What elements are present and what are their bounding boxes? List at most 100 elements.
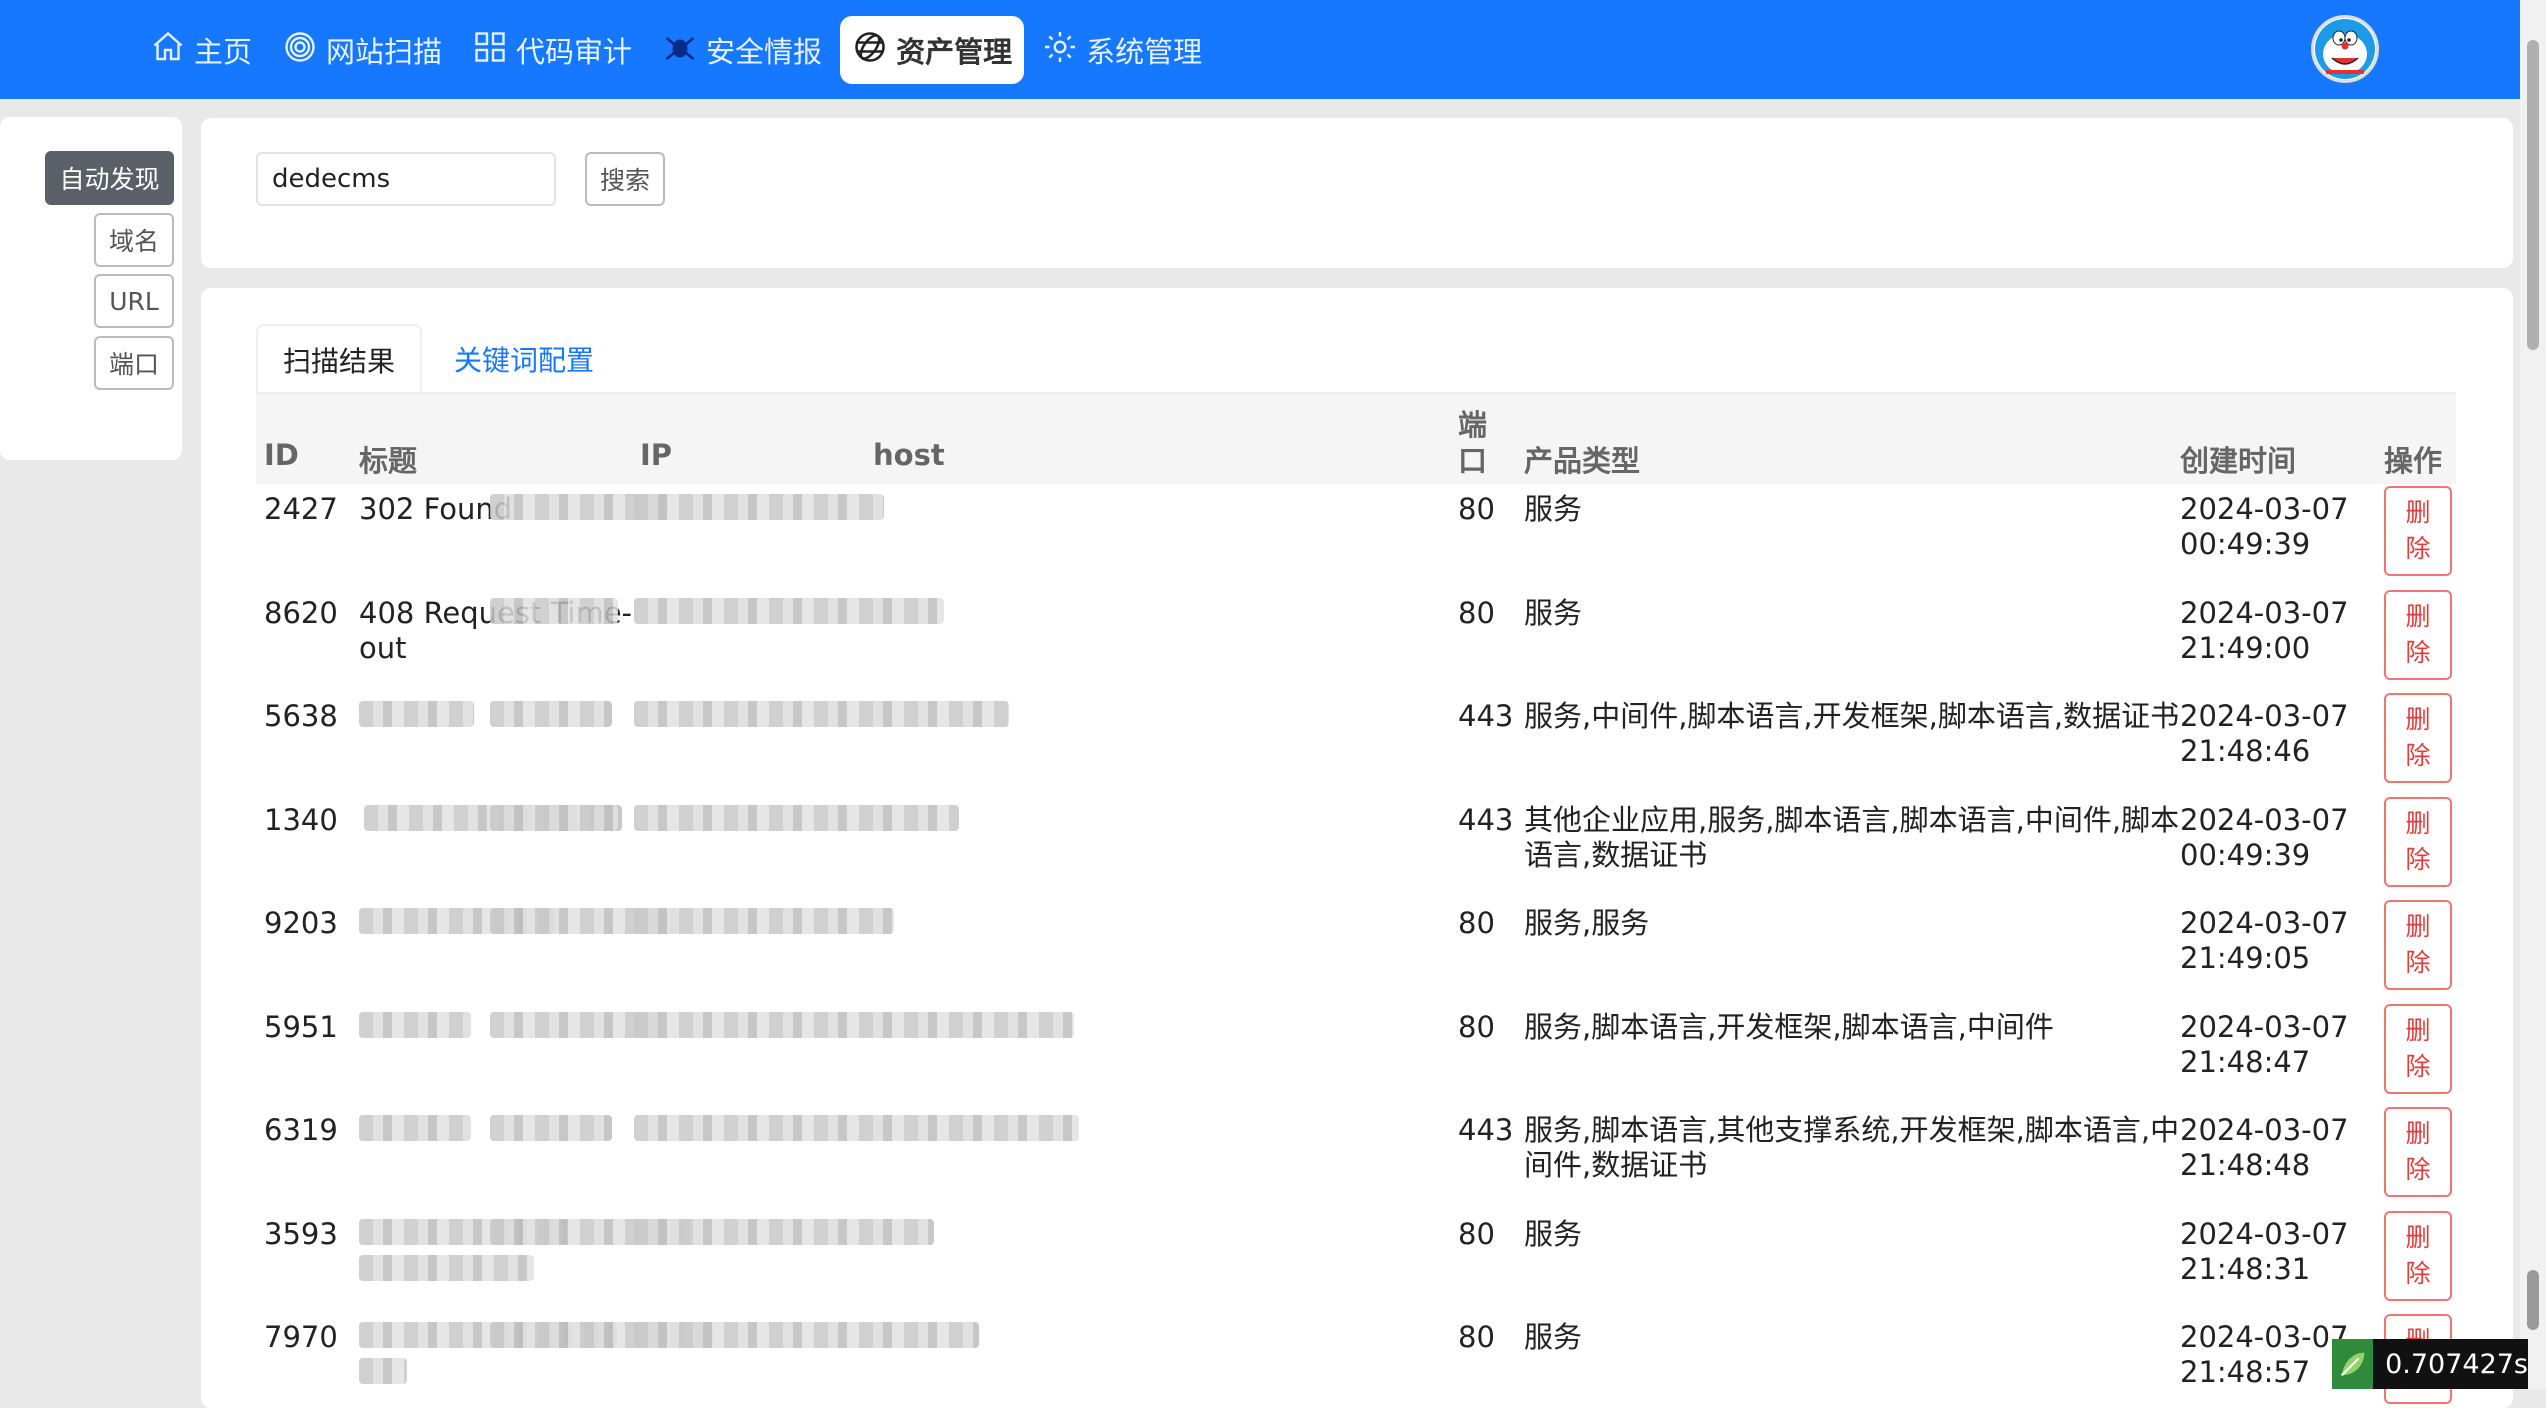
main-nav: 主页 网站扫描 代码审计 安全情报 资产管理 系统管理 — [138, 16, 1220, 84]
column-header-created-time: 创建时间 — [2180, 444, 2297, 478]
cell-product-type: 服务 — [1524, 1320, 1583, 1354]
cell-product-type-line2: 语言,数据证书 — [1524, 837, 1708, 872]
tab-scan-results[interactable]: 扫描结果 — [256, 324, 423, 394]
cell-product-type: 服务,脚本语言,开发框架,脚本语言,中间件 — [1524, 1009, 2054, 1044]
cell-product-type: 服务 — [1524, 492, 1583, 526]
cell-id: 7970 — [264, 1320, 338, 1354]
delete-label-line1: 删 — [2405, 601, 2431, 631]
nav-label: 代码审计 — [516, 35, 633, 69]
tab-keyword-config[interactable]: 关键词配置 — [429, 324, 619, 394]
avatar[interactable] — [2311, 15, 2379, 83]
delete-button[interactable]: 删除 — [2384, 900, 2452, 990]
top-nav-bar: 主页 网站扫描 代码审计 安全情报 资产管理 系统管理 — [0, 0, 2520, 99]
sidebar-item-domain[interactable]: 域名 — [94, 213, 174, 267]
delete-label-line1: 删 — [2405, 705, 2431, 734]
column-header-product-type: 产品类型 — [1524, 444, 1641, 478]
redacted-title — [359, 1358, 407, 1384]
delete-button[interactable]: 删除 — [2384, 1210, 2452, 1301]
search-card: dedecms 搜索 — [201, 118, 2513, 268]
delete-button[interactable]: 删除 — [2384, 1003, 2452, 1094]
delete-label-line2: 除 — [2405, 1155, 2431, 1184]
redacted-ip — [490, 701, 612, 727]
column-header-ip: IP — [640, 438, 673, 472]
table-row: 1340 443 其他企业应用,服务,脚本语言,脚本语言,中间件,脚本 语言,数据证书… — [256, 793, 2456, 896]
cell-product-type: 服务,服务 — [1524, 906, 1650, 940]
table-row: 9203 80 服务,服务 2024-03-07 21:49:05 删除 — [256, 896, 2456, 999]
delete-button[interactable]: 删除 — [2384, 693, 2452, 783]
redacted-host — [634, 494, 884, 520]
delete-button[interactable]: 删除 — [2384, 486, 2452, 576]
leaf-logo-icon — [2332, 1339, 2374, 1389]
delete-label-line2: 除 — [2405, 1051, 2431, 1081]
delete-button[interactable]: 删除 — [2384, 589, 2452, 680]
results-card: 扫描结果 关键词配置 ID 标题 IP host 端 口 产品类型 创建时间 操… — [201, 288, 2513, 1408]
redacted-host — [634, 701, 1009, 727]
cell-product-type-line2: 间件,数据证书 — [1524, 1148, 1708, 1182]
globe-icon — [852, 29, 888, 72]
cell-product-type: 其他企业应用,服务,脚本语言,脚本语言,中间件,脚本 — [1524, 802, 2180, 837]
sidebar-item-url[interactable]: URL — [94, 274, 174, 328]
search-button[interactable]: 搜索 — [585, 152, 665, 206]
cell-port: 443 — [1458, 699, 1514, 733]
cell-created-date: 2024-03-07 — [2180, 492, 2349, 526]
nav-item-website-scan[interactable]: 网站扫描 — [270, 16, 454, 84]
delete-label-line1: 删 — [2405, 1015, 2431, 1045]
nav-item-threat-intel[interactable]: 安全情报 — [650, 16, 834, 84]
cell-id: 6319 — [264, 1113, 338, 1147]
nav-item-home[interactable]: 主页 — [138, 16, 264, 84]
delete-button[interactable]: 删除 — [2384, 1107, 2452, 1197]
nav-label: 资产管理 — [896, 35, 1013, 69]
delete-label-line2: 除 — [2405, 741, 2431, 770]
delete-label-line1: 删 — [2405, 808, 2431, 838]
cell-product-type: 服务,中间件,脚本语言,开发框架,脚本语言,数据证书 — [1524, 699, 2180, 733]
scrollbar-thumb-lower[interactable] — [2527, 1270, 2539, 1330]
cell-created-time: 21:48:31 — [2180, 1251, 2311, 1286]
sidebar: 自动发现 域名 URL 端口 — [0, 117, 182, 460]
table-row: 2427 302 Found 80 服务 2024-03-07 00:49:39 删除 — [256, 482, 2456, 585]
nav-item-system-management[interactable]: 系统管理 — [1030, 16, 1214, 84]
delete-button[interactable]: 删除 — [2384, 796, 2452, 887]
cell-created-time: 21:48:48 — [2180, 1148, 2311, 1182]
redacted-host — [634, 597, 944, 624]
redacted-title — [359, 701, 474, 727]
column-header-title: 标题 — [359, 444, 418, 478]
cell-created-date: 2024-03-07 — [2180, 1216, 2349, 1251]
cell-id: 5638 — [264, 699, 338, 733]
nav-label: 安全情报 — [706, 35, 823, 69]
cell-port: 80 — [1458, 906, 1495, 940]
cell-port: 80 — [1458, 1216, 1495, 1251]
nav-item-code-audit[interactable]: 代码审计 — [460, 16, 644, 84]
cell-created-time: 21:49:05 — [2180, 941, 2311, 975]
cell-port: 80 — [1458, 1320, 1495, 1354]
cell-id: 3593 — [264, 1216, 338, 1251]
nav-label: 网站扫描 — [326, 35, 443, 69]
redacted-host — [634, 1322, 979, 1348]
delete-label-line2: 除 — [2405, 534, 2431, 563]
page-scrollbar[interactable] — [2520, 0, 2546, 1389]
delete-label-line2: 除 — [2405, 637, 2431, 667]
cell-port: 443 — [1458, 802, 1514, 837]
search-input[interactable]: dedecms — [256, 152, 556, 206]
cell-created-date: 2024-03-07 — [2180, 595, 2349, 630]
scrollbar-thumb[interactable] — [2527, 40, 2539, 350]
sidebar-item-auto-discovery[interactable]: 自动发现 — [45, 151, 174, 205]
cell-id: 5951 — [264, 1009, 338, 1044]
redacted-title — [359, 1254, 534, 1281]
cell-product-type: 服务 — [1524, 595, 1583, 630]
delete-label-line2: 除 — [2405, 1258, 2431, 1288]
cell-created-time: 00:49:39 — [2180, 527, 2311, 561]
redacted-host — [634, 1115, 1079, 1141]
delete-label-line2: 除 — [2405, 844, 2431, 874]
nav-item-asset-management[interactable]: 资产管理 — [840, 16, 1025, 84]
redacted-host — [634, 1011, 1074, 1038]
table-row: 6319 443 服务,脚本语言,其他支撑系统,开发框架,脚本语言,中 间件,数据证书… — [256, 1103, 2456, 1206]
table-row: 5951 80 服务,脚本语言,开发框架,脚本语言,中间件 2024-03-07 21:… — [256, 1000, 2456, 1103]
cell-created-time: 21:49:00 — [2180, 630, 2311, 665]
cell-created-date: 2024-03-07 — [2180, 1009, 2349, 1044]
cell-port: 80 — [1458, 595, 1495, 630]
cell-created-date: 2024-03-07 — [2180, 1113, 2349, 1147]
cell-product-type: 服务 — [1524, 1216, 1583, 1251]
cell-title-line2: out — [359, 630, 407, 665]
table-row: 3593 80 服务 2024-03-07 21:48:31 删除 — [256, 1207, 2456, 1310]
sidebar-item-port[interactable]: 端口 — [94, 336, 174, 390]
